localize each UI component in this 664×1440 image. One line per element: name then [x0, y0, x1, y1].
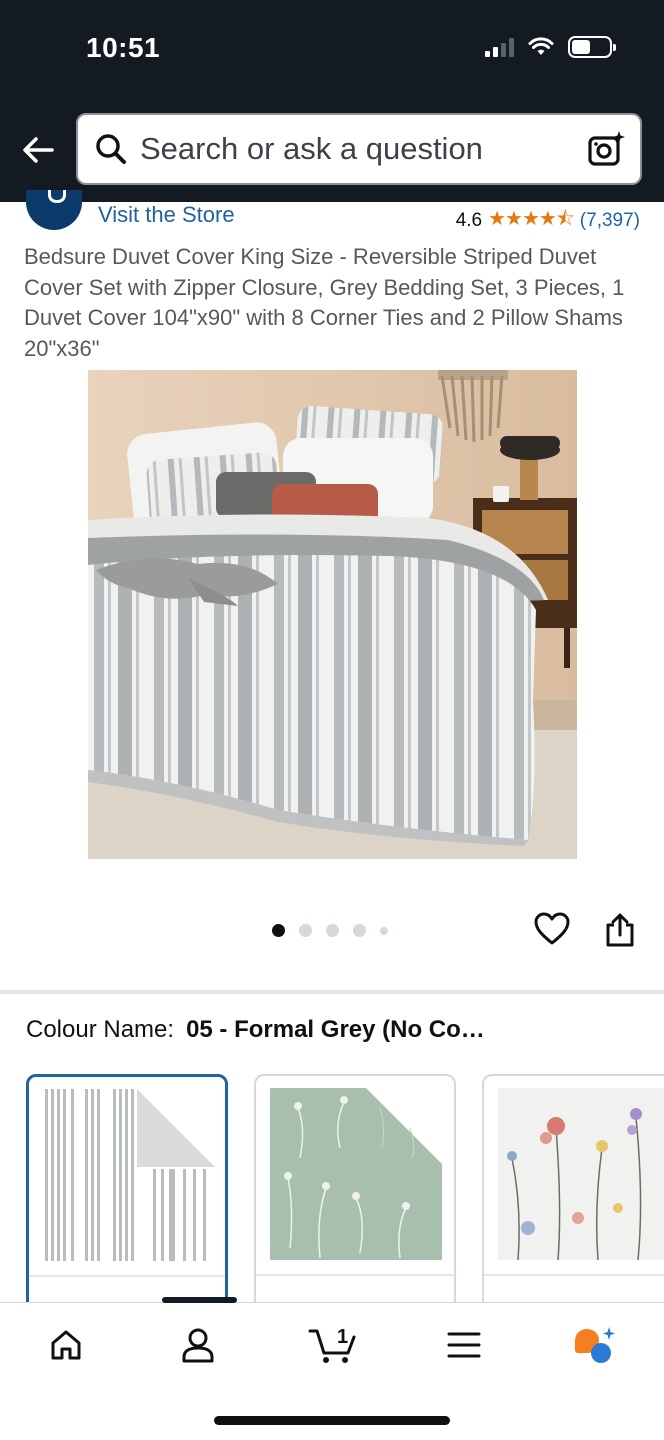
nav-cart[interactable]: 1	[306, 1323, 360, 1367]
carousel-dot[interactable]	[380, 926, 388, 935]
nav-account[interactable]	[174, 1323, 222, 1367]
status-icons	[485, 36, 616, 58]
store-row: Visit the Store 4.6 ★★★★⯪ (7,397)	[0, 190, 664, 232]
signal-icon	[485, 37, 514, 57]
back-arrow-icon[interactable]	[20, 132, 56, 168]
visit-store-link[interactable]: Visit the Store	[98, 202, 235, 228]
carousel-dot[interactable]	[272, 924, 285, 937]
rufus-icon	[575, 1327, 615, 1363]
share-icon[interactable]	[604, 912, 636, 948]
nav-rufus[interactable]	[570, 1323, 618, 1367]
swatch-image	[270, 1088, 442, 1260]
product-image[interactable]	[88, 370, 577, 859]
colour-label: Colour Name:	[26, 1016, 175, 1043]
cart-count: 1	[337, 1326, 348, 1348]
battery-icon	[568, 36, 616, 58]
bottom-navigation: 1	[0, 1297, 664, 1440]
home-icon	[51, 1330, 81, 1360]
bedding-photo	[88, 370, 577, 859]
search-bar[interactable]: Search or ask a question	[76, 113, 642, 185]
rating-value: 4.6	[455, 210, 483, 231]
nav-menu[interactable]	[440, 1323, 488, 1367]
section-divider	[0, 990, 664, 994]
product-title: Bedsure Duvet Cover King Size - Reversib…	[24, 244, 625, 361]
menu-icon	[447, 1332, 481, 1358]
camera-lens-icon[interactable]	[586, 129, 626, 169]
colour-name-row: Colour Name: 05 - Formal Grey (No Co…	[26, 1016, 485, 1044]
search-input[interactable]: Search or ask a question	[140, 131, 586, 167]
home-indicator	[214, 1416, 450, 1425]
rating-summary[interactable]: 4.6 ★★★★⯪ (7,397)	[456, 204, 640, 238]
carousel-dot[interactable]	[299, 924, 312, 937]
status-time: 10:51	[86, 32, 161, 63]
carousel-dot[interactable]	[326, 924, 339, 937]
swatch-white-floral[interactable]	[482, 1074, 664, 1302]
swatch-image	[43, 1089, 215, 1261]
cart-icon: 1	[308, 1326, 356, 1363]
swatch-image	[498, 1088, 664, 1260]
nav-home[interactable]	[42, 1323, 90, 1367]
colour-value: 05 - Formal Grey (No Co…	[186, 1016, 485, 1043]
swatch-sage-floral[interactable]	[254, 1074, 456, 1302]
swatch-formal-grey[interactable]	[26, 1074, 228, 1302]
app-header: 10:51 Search or ask a question	[0, 0, 664, 202]
image-carousel-dots	[272, 924, 388, 937]
carousel-dot[interactable]	[353, 924, 366, 937]
wifi-icon	[528, 37, 554, 55]
account-icon	[182, 1328, 214, 1363]
search-icon	[96, 134, 126, 164]
heart-icon[interactable]	[534, 912, 570, 946]
colour-swatches	[26, 1074, 664, 1302]
rating-count[interactable]: (7,397)	[580, 210, 640, 232]
active-tab-indicator	[162, 1297, 237, 1303]
rating-stars-icon: ★★★★⯪	[488, 208, 575, 230]
brand-logo[interactable]	[26, 190, 82, 230]
